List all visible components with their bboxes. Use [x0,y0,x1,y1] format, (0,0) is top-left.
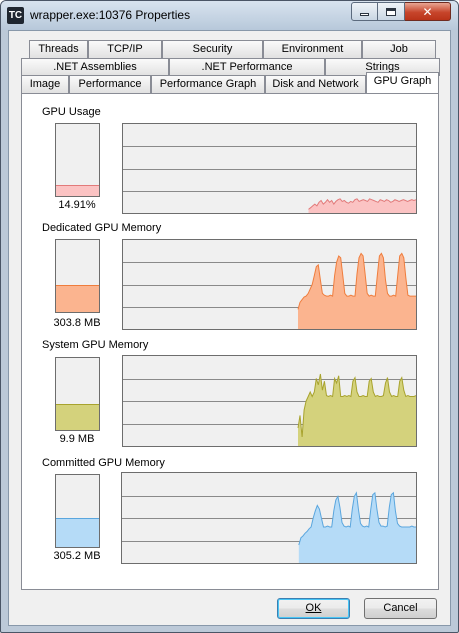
tab-security[interactable]: Security [162,40,263,58]
committed-gpu-memory-graph [121,472,417,564]
tab-job[interactable]: Job [362,40,436,58]
maximize-button[interactable] [378,2,405,21]
dedicated-gpu-memory-bar-fill [56,285,99,312]
tab-environment[interactable]: Environment [263,40,362,58]
title-bar[interactable]: TC wrapper.exe:10376 Properties ✕ [1,1,458,30]
dedicated-gpu-memory-bar [55,239,100,313]
close-icon: ✕ [422,4,433,19]
cancel-button-label: Cancel [383,602,418,614]
history-plot [123,373,416,446]
gpu-usage-bar [55,123,100,197]
tab-threads[interactable]: Threads [29,40,88,58]
app-icon: TC [7,7,24,24]
properties-window: TC wrapper.exe:10376 Properties ✕ Thread… [0,0,459,633]
gpu-usage-value: 14.91% [58,199,96,211]
dialog-client-area: Threads TCP/IP Security Environment Job … [8,30,451,626]
system-gpu-memory-graph [122,355,417,447]
tab-performance-graph[interactable]: Performance Graph [151,75,265,93]
dedicated-gpu-memory-graph [122,239,417,330]
tab-disk-and-network[interactable]: Disk and Network [265,75,366,93]
committed-gpu-memory-bar [55,474,100,548]
dedicated-gpu-memory-value: 303.8 MB [53,317,101,329]
cancel-button[interactable]: Cancel [364,598,437,619]
tab-performance[interactable]: Performance [69,75,151,93]
minimize-icon [360,13,369,16]
history-plot [123,252,416,329]
tab-image[interactable]: Image [21,75,69,93]
gpu-usage-graph [122,123,417,214]
committed-gpu-memory-bar-fill [56,518,99,547]
tab-net-performance[interactable]: .NET Performance [169,58,325,76]
window-title: wrapper.exe:10376 Properties [30,8,191,22]
committed-gpu-memory-value: 305.2 MB [53,550,101,562]
system-gpu-memory-label: System GPU Memory [42,339,149,351]
system-gpu-memory-bar [55,357,100,431]
history-plot [123,146,416,213]
history-plot [122,491,416,563]
maximize-icon [386,7,396,16]
system-gpu-memory-value: 9.9 MB [59,433,95,445]
dedicated-gpu-memory-label: Dedicated GPU Memory [42,222,162,234]
tab-net-assemblies[interactable]: .NET Assemblies [21,58,169,76]
gpu-usage-label: GPU Usage [42,106,101,118]
minimize-button[interactable] [351,2,378,21]
close-button[interactable]: ✕ [405,2,451,21]
tab-tcp-ip[interactable]: TCP/IP [88,40,162,58]
ok-button[interactable]: OK [277,598,350,619]
tab-gpu-graph[interactable]: GPU Graph [366,72,439,93]
ok-button-label: OK [305,602,322,614]
system-gpu-memory-bar-fill [56,404,99,430]
gpu-usage-bar-fill [56,185,99,196]
series-area [297,253,416,329]
committed-gpu-memory-label: Committed GPU Memory [42,457,165,469]
